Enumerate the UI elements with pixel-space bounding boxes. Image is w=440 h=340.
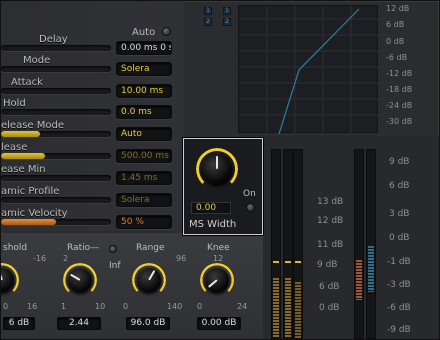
dynamic-velocity-slider[interactable] [1, 219, 111, 225]
auto-label: Auto [132, 27, 156, 38]
ratio-inf-toggle[interactable] [109, 245, 117, 253]
graph-db-label-6: -24 dB [386, 101, 413, 110]
ms-width-knob[interactable] [196, 148, 238, 190]
plugin-window: Auto Delay 0.00 ms 0 s Mode Solera Attac… [0, 0, 440, 340]
meter-scale-left-0: 13 dB [317, 197, 344, 207]
knee-knob[interactable] [200, 263, 234, 297]
threshold-scale-right: 16 [27, 302, 38, 311]
hold-slider[interactable] [1, 109, 111, 115]
release-slider[interactable] [1, 153, 111, 159]
channel-button-1a[interactable]: 1 [204, 7, 212, 15]
ms-width-on-label: On [243, 189, 256, 199]
delay-label: Delay [39, 34, 68, 45]
ratio-value[interactable]: 2.44 [57, 317, 101, 330]
meter-scale-right-4: -1 dB [387, 257, 411, 267]
input-meter-right [366, 149, 376, 339]
knee-scale-left: 0 [197, 302, 203, 311]
release-mode-label: elease Mode [1, 120, 64, 131]
hold-label: Hold [3, 98, 26, 109]
range-scale-top: 96 [176, 254, 187, 263]
meter-scale-left-5: 0 dB [319, 303, 340, 313]
dynamic-profile-label: amic Profile [1, 186, 60, 197]
ratio-scale-left: 1 [61, 302, 67, 311]
release-mode-select[interactable]: Auto [116, 127, 172, 141]
meter-scale-right-3: 0 dB [389, 233, 410, 243]
ratio-knob[interactable] [63, 263, 97, 297]
graph-db-label-2: 0 dB [386, 37, 405, 46]
range-value[interactable]: 96.0 dB [126, 317, 170, 330]
mode-label: Mode [23, 55, 51, 66]
graph-db-label-3: -6 dB [386, 53, 408, 62]
transfer-curve-svg [239, 6, 379, 134]
release-mode-slider[interactable] [1, 131, 111, 137]
meter-scale-right-5: -3 dB [387, 280, 411, 290]
threshold-value[interactable]: 6 dB [3, 317, 35, 330]
knee-label: Knee [207, 243, 230, 253]
range-scale-left: 0 [123, 302, 129, 311]
knee-value[interactable]: 0.00 dB [197, 317, 241, 330]
range-scale-right: 140 [167, 302, 183, 311]
graph-db-label-7: -30 dB [386, 117, 413, 126]
ms-width-title: MS Width [189, 219, 237, 230]
meter-scale-right-2: 3 dB [389, 209, 410, 219]
input-meter-left [354, 149, 364, 339]
meter-scale-left-4: 6 dB [319, 282, 340, 292]
ms-width-on-toggle[interactable] [246, 203, 255, 212]
ratio-scale-right: 10 [95, 302, 106, 311]
output-meter-right [283, 149, 293, 339]
dynamic-velocity-value[interactable]: 50 % [116, 215, 172, 229]
threshold-scale-left: 0 [3, 302, 9, 311]
output-meter-left [271, 149, 281, 339]
channel-button-2a[interactable]: 2 [204, 18, 212, 26]
meter-section [263, 136, 439, 339]
meter-scale-right-1: 6 dB [389, 181, 410, 191]
threshold-label: shold [3, 243, 28, 253]
ratio-scale-top: 2 [63, 254, 69, 263]
release-min-slider[interactable] [1, 175, 111, 181]
auto-toggle[interactable] [162, 27, 171, 36]
attack-label: Attack [11, 77, 43, 88]
threshold-knob[interactable] [1, 263, 19, 297]
dynamic-profile-select[interactable]: Solera [116, 193, 172, 207]
range-knob[interactable] [132, 263, 166, 297]
release-min-label: ease Min [1, 164, 46, 175]
ratio-label: Ratio— [67, 243, 100, 253]
delay-value[interactable]: 0.00 ms 0 s [116, 41, 172, 55]
range-label: Range [136, 243, 165, 253]
graph-db-label-5: -18 dB [386, 85, 413, 94]
meter-scale-left-3: 9 dB [317, 260, 338, 270]
dynamic-velocity-label: amic Velocity [1, 208, 68, 219]
meter-scale-left-2: 11 dB [317, 240, 344, 250]
dynamics-knob-section: shold -16 0 16 6 dB Ratio— Inf 2 1 10 2.… [1, 233, 263, 339]
mode-slider[interactable] [1, 66, 111, 72]
meter-scale-right-0: 9 dB [389, 157, 410, 167]
attack-slider[interactable] [1, 88, 111, 94]
graph-grid [239, 6, 379, 134]
graph-db-label-0: 12 dB [386, 4, 410, 13]
knee-scale-top: 12 [213, 254, 224, 263]
gain-meter-left [293, 149, 303, 339]
release-label: lease [1, 142, 28, 153]
release-value[interactable]: 500.00 ms [116, 149, 172, 163]
channel-button-1b[interactable]: 1 [223, 7, 231, 15]
release-min-value[interactable]: 1.45 ms [116, 171, 172, 185]
graph-db-label-4: -12 dB [386, 69, 413, 78]
knee-scale-right: 24 [237, 302, 248, 311]
meter-scale-right-7: -9 dB [387, 325, 411, 335]
mode-select[interactable]: Solera [116, 62, 172, 76]
hold-value[interactable]: 0.0 ms [116, 105, 172, 119]
channel-button-2b[interactable]: 2 [223, 18, 231, 26]
threshold-scale-top: -16 [33, 254, 47, 263]
delay-slider[interactable] [1, 45, 111, 51]
attack-value[interactable]: 10.00 ms [116, 84, 172, 98]
meter-scale-left-1: 12 dB [317, 216, 344, 226]
graph-db-label-1: 6 dB [386, 20, 405, 29]
transfer-curve-graph [238, 5, 379, 134]
ratio-inf-label: Inf [109, 261, 121, 271]
parameter-panel: Auto Delay 0.00 ms 0 s Mode Solera Attac… [1, 1, 184, 231]
dynamic-profile-slider[interactable] [1, 197, 111, 203]
meter-scale-right-6: -6 dB [387, 303, 411, 313]
ms-width-value[interactable]: 0.00 [191, 202, 231, 214]
